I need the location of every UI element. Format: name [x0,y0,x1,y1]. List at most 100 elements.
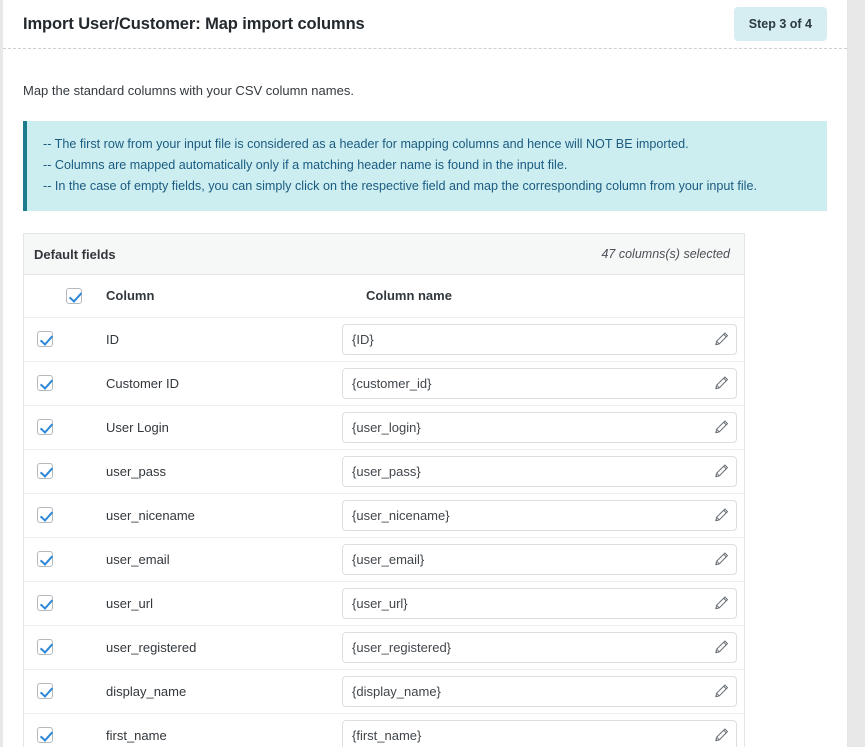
table-row: user_nicename [24,493,745,538]
column-name-input[interactable] [342,455,737,487]
table-header: Column Column name [24,275,745,318]
select-all-checkbox[interactable] [66,287,82,304]
table-body: IDCustomer IDUser Loginuser_passuser_nic… [24,317,745,747]
row-checkbox[interactable] [37,506,53,523]
select-all-cell [24,275,82,318]
row-column-label: user_url [82,581,342,626]
row-column-name-cell [342,537,745,582]
pencil-icon[interactable] [714,552,729,567]
row-column-name-cell [342,493,745,538]
row-column-label: user_registered [82,625,342,670]
row-checkbox[interactable] [37,330,53,347]
table-header-row: Column Column name [24,275,745,318]
table-row: User Login [24,405,745,450]
row-select-cell [24,449,82,494]
wizard-header: Import User/Customer: Map import columns… [3,0,847,49]
table-row: display_name [24,669,745,714]
column-name-field [342,587,737,619]
row-checkbox[interactable] [37,726,53,743]
pencil-icon[interactable] [714,376,729,391]
column-name-field [342,543,737,575]
table-row: user_registered [24,625,745,670]
row-select-cell [24,537,82,582]
row-select-cell [24,669,82,714]
row-checkbox[interactable] [37,374,53,391]
row-select-cell [24,581,82,626]
row-checkbox[interactable] [37,638,53,655]
column-name-field [342,455,737,487]
row-column-name-cell [342,669,745,714]
pencil-icon[interactable] [714,332,729,347]
pencil-icon[interactable] [714,728,729,743]
row-checkbox[interactable] [37,418,53,435]
row-column-name-cell [342,449,745,494]
row-column-name-cell [342,361,745,406]
table-row: user_email [24,537,745,582]
selected-count-label: 47 columns(s) selected [601,247,730,261]
column-name-field [342,631,737,663]
column-name-input[interactable] [342,323,737,355]
intro-text: Map the standard columns with your CSV c… [23,83,354,98]
table-row: user_pass [24,449,745,494]
pencil-icon[interactable] [714,464,729,479]
row-column-name-cell [342,405,745,450]
notice-line-3: -- In the case of empty fields, you can … [43,179,757,193]
pencil-icon[interactable] [714,508,729,523]
column-name-input[interactable] [342,367,737,399]
row-select-cell [24,625,82,670]
column-name-input[interactable] [342,543,737,575]
column-name-field [342,499,737,531]
row-select-cell [24,361,82,406]
column-name-input[interactable] [342,719,737,747]
pencil-icon[interactable] [714,684,729,699]
row-select-cell [24,317,82,362]
column-name-input[interactable] [342,499,737,531]
row-column-name-cell [342,713,745,747]
row-column-label: user_nicename [82,493,342,538]
notice-line-2: -- Columns are mapped automatically only… [43,158,568,172]
table-row: first_name [24,713,745,747]
card-title: Default fields [34,246,116,262]
notice-line-1: -- The first row from your input file is… [43,137,689,151]
table-row: Customer ID [24,361,745,406]
pencil-icon[interactable] [714,640,729,655]
status-badge: Step 3 of 4 [733,7,827,41]
row-checkbox[interactable] [37,682,53,699]
column-mapping-table: Column Column name IDCustomer IDUser Log… [24,275,745,747]
row-column-label: user_pass [82,449,342,494]
column-name-input[interactable] [342,631,737,663]
column-name-input[interactable] [342,587,737,619]
import-wizard-page: Import User/Customer: Map import columns… [3,0,848,747]
column-name-input[interactable] [342,675,737,707]
row-select-cell [24,713,82,747]
table-row: user_url [24,581,745,626]
row-column-label: first_name [82,713,342,747]
row-column-label: Customer ID [82,361,342,406]
row-column-label: display_name [82,669,342,714]
row-column-name-cell [342,581,745,626]
row-select-cell [24,405,82,450]
info-notice: -- The first row from your input file is… [23,121,827,211]
column-header: Column [82,275,342,318]
row-checkbox[interactable] [37,594,53,611]
page-title: Import User/Customer: Map import columns [23,14,365,33]
table-row: ID [24,317,745,362]
row-column-label: User Login [82,405,342,450]
column-name-field [342,719,737,747]
row-column-name-cell [342,625,745,670]
column-name-input[interactable] [342,411,737,443]
row-checkbox[interactable] [37,550,53,567]
row-column-label: user_email [82,537,342,582]
column-name-field [342,675,737,707]
pencil-icon[interactable] [714,596,729,611]
row-select-cell [24,493,82,538]
pencil-icon[interactable] [714,420,729,435]
row-checkbox[interactable] [37,462,53,479]
column-name-field [342,367,737,399]
column-name-field [342,411,737,443]
row-column-name-cell [342,317,745,362]
column-name-field [342,323,737,355]
row-column-label: ID [82,317,342,362]
default-fields-card: Default fields 47 columns(s) selected Co… [23,233,745,747]
column-name-header: Column name [342,275,745,318]
